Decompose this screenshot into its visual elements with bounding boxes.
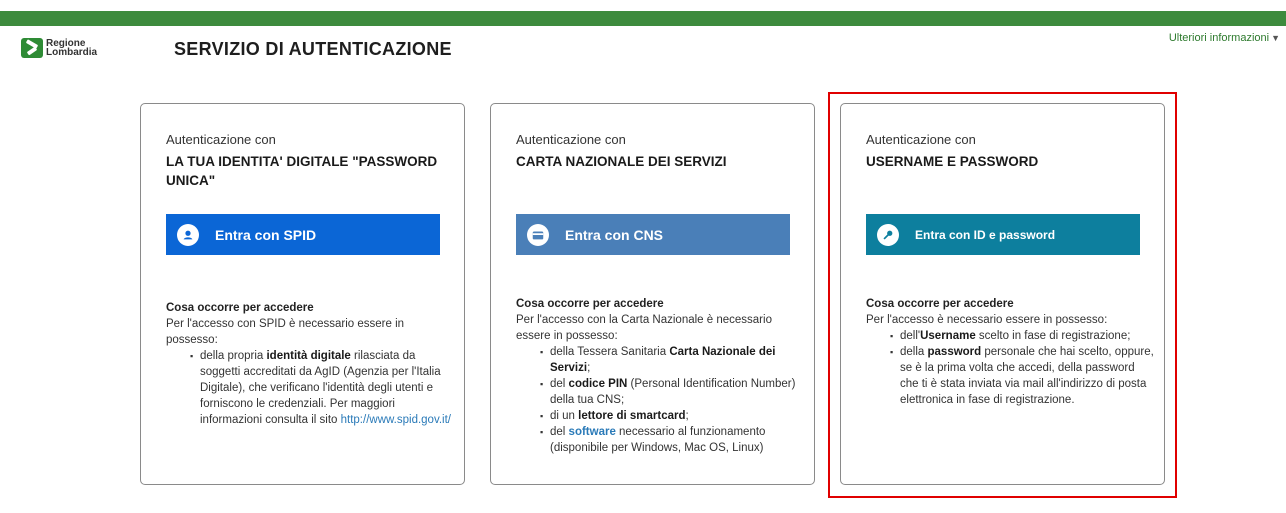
- more-info-label: Ulteriori informazioni: [1168, 32, 1270, 44]
- requirements-text: Per l'accesso con la Carta Nazionale è n…: [516, 314, 772, 342]
- software-link[interactable]: software: [569, 426, 616, 438]
- logo-text: Regione Lombardia: [46, 38, 98, 58]
- user-icon: [177, 223, 199, 246]
- list-item: di un lettore di smartcard;: [540, 408, 806, 424]
- card-heading: LA TUA IDENTITA' DIGITALE "PASSWORD UNIC…: [166, 154, 438, 188]
- list-item: del software necessario al funzionamento…: [540, 424, 806, 456]
- spid-website-link[interactable]: http://www.spid.gov.it/: [341, 414, 451, 426]
- list-item: della propria identità digitale rilascia…: [190, 348, 456, 428]
- spid-card: Autenticazione con LA TUA IDENTITA' DIGI…: [140, 103, 465, 485]
- key-icon: [877, 223, 899, 246]
- card-intro: Autenticazione con: [166, 132, 276, 147]
- cns-button-label: Entra con CNS: [565, 226, 664, 243]
- cns-card: Autenticazione con CARTA NAZIONALE DEI S…: [490, 103, 815, 485]
- requirements-text: Per l'accesso con SPID è necessario esse…: [166, 318, 405, 346]
- card-heading: USERNAME E PASSWORD: [866, 154, 1039, 169]
- top-bar: [0, 11, 1286, 26]
- card-icon: [527, 223, 549, 246]
- spid-button-label: Entra con SPID: [215, 226, 317, 243]
- username-password-card: Autenticazione con USERNAME E PASSWORD E…: [840, 103, 1165, 485]
- caret-down-icon: ▼: [1271, 33, 1280, 43]
- requirements: Cosa occorre per accedere Per l'accesso …: [516, 296, 806, 456]
- requirements-title: Cosa occorre per accedere: [866, 298, 1014, 310]
- requirements-text: Per l'accesso è necessario essere in pos…: [866, 314, 1108, 326]
- id-password-login-button[interactable]: Entra con ID e password: [866, 214, 1140, 255]
- regione-lombardia-logo[interactable]: Regione Lombardia: [21, 38, 97, 58]
- list-item: della Tessera Sanitaria Carta Nazionale …: [540, 344, 806, 376]
- more-info-link[interactable]: Ulteriori informazioni ▼: [1169, 32, 1280, 44]
- id-button-label: Entra con ID e password: [915, 227, 1056, 242]
- requirements: Cosa occorre per accedere Per l'accesso …: [866, 296, 1156, 408]
- spid-login-button[interactable]: Entra con SPID: [166, 214, 440, 255]
- requirements: Cosa occorre per accedere Per l'accesso …: [166, 300, 456, 428]
- page-title: SERVIZIO DI AUTENTICAZIONE: [174, 39, 452, 59]
- card-intro: Autenticazione con: [866, 132, 976, 147]
- list-item: della password personale che hai scelto,…: [890, 344, 1156, 408]
- lombardia-logo-icon: [21, 38, 43, 58]
- list-item: dell'Username scelto in fase di registra…: [890, 328, 1156, 344]
- card-heading: CARTA NAZIONALE DEI SERVIZI: [516, 154, 727, 169]
- requirements-title: Cosa occorre per accedere: [166, 302, 314, 314]
- list-item: del codice PIN (Personal Identification …: [540, 376, 806, 408]
- requirements-title: Cosa occorre per accedere: [516, 298, 664, 310]
- card-intro: Autenticazione con: [516, 132, 626, 147]
- cns-login-button[interactable]: Entra con CNS: [516, 214, 790, 255]
